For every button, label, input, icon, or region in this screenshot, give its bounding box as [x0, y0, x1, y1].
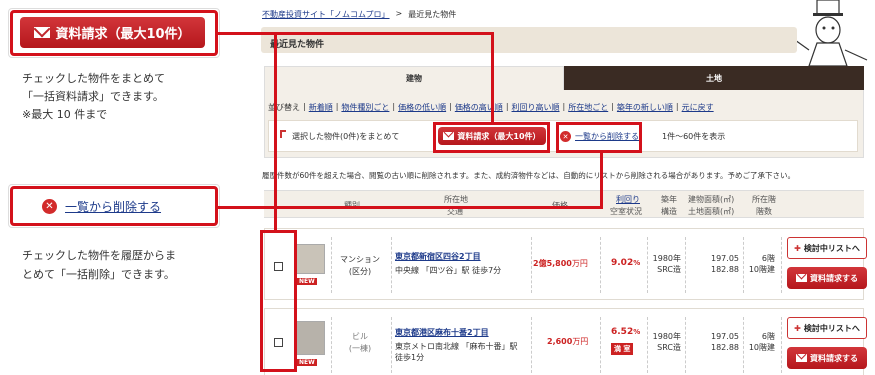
mail-icon	[796, 354, 807, 362]
sort-yield-header[interactable]: 利回り	[616, 194, 640, 205]
highlight-left-request	[10, 10, 218, 56]
sort-type[interactable]: 物件種別ごと	[341, 102, 389, 113]
sort-yield-high[interactable]: 利回り高い順	[512, 102, 560, 113]
request-button[interactable]: 資料請求する	[787, 267, 867, 289]
highlight-checkboxes	[260, 230, 297, 372]
property-type: ビル (一棟)	[348, 332, 372, 353]
highlight-bulk-delete	[556, 122, 642, 153]
mail-icon	[796, 274, 807, 282]
sort-price-high[interactable]: 価格の高い順	[455, 102, 503, 113]
property-access: 中央線 「四ツ谷」駅 徒歩7分	[395, 266, 502, 275]
page-title: 最近見た物件	[270, 40, 325, 50]
property-price: 2,600万円	[547, 337, 589, 346]
request-description: チェックした物件をまとめて 「一括資料請求」できます。 ※最大 10 件まで	[22, 72, 165, 121]
history-notice: 履歴件数が60件を超えた場合、閲覧の古い順に削除されます。また、成約済物件などは…	[262, 171, 796, 180]
connector-line	[491, 32, 494, 124]
add-to-list-button[interactable]: ✚ 検討中リストへ	[787, 237, 867, 259]
sort-location[interactable]: 所在地ごと	[568, 102, 608, 113]
table-header: 種別 所在地 交通 価格 利回り 空室状況 築年 構造 建物面積(㎡) 土地面積…	[264, 190, 864, 218]
connector-line	[600, 150, 603, 209]
connector-line	[274, 32, 277, 230]
highlight-left-delete	[10, 186, 218, 226]
highlight-bulk-request	[433, 122, 550, 153]
property-year: 1980年 SRC造	[652, 332, 681, 352]
result-count: 1件～60件を表示	[662, 132, 726, 141]
table-row: NEW マンション (区分) 東京都新宿区四谷2丁目 中央線 「四ツ谷」駅 徒歩7…	[264, 228, 867, 300]
property-access: 東京メトロ南北線 「麻布十番」駅 徒歩1分	[395, 342, 518, 362]
property-thumbnail[interactable]	[295, 321, 325, 355]
sort-price-low[interactable]: 価格の低い順	[398, 102, 446, 113]
property-yield: 9.02%	[611, 258, 641, 268]
table-row: NEW ビル (一棟) 東京都港区麻布十番2丁目 東京メトロ南北線 「麻布十番」駅…	[264, 308, 867, 375]
select-arrow-icon	[280, 130, 286, 138]
property-type: マンション (区分)	[340, 255, 380, 276]
recently-viewed-page: 不動産投資サイト「ノムコムプロ」 > 最近見た物件 最近見た物件 建物 土地 並…	[252, 0, 875, 375]
sort-reset[interactable]: 元に戻す	[682, 102, 714, 113]
sort-year-new[interactable]: 築年の新しい順	[617, 102, 673, 113]
tab-building[interactable]: 建物	[264, 66, 564, 90]
plus-icon: ✚	[794, 243, 801, 253]
property-area: 197.05 182.88	[711, 254, 739, 274]
new-badge: NEW	[297, 359, 317, 366]
property-floor: 6階 10階建	[748, 254, 775, 274]
sort-newest[interactable]: 新着順	[309, 102, 333, 113]
delete-description: チェックした物件を履歴からま とめて「一括削除」できます。	[22, 249, 176, 281]
vacancy-badge: 満 室	[611, 343, 634, 355]
new-badge: NEW	[297, 278, 317, 285]
property-floor: 6階 10階建	[748, 332, 775, 352]
breadcrumb: 不動産投資サイト「ノムコムプロ」 > 最近見た物件	[262, 9, 457, 19]
property-year: 1980年 SRC造	[652, 254, 681, 274]
connector-line	[218, 32, 493, 35]
page-title-bar	[261, 27, 797, 53]
property-price: 2億5,800万円	[533, 259, 588, 268]
mascot-illustration	[794, 0, 868, 67]
request-button[interactable]: 資料請求する	[787, 347, 867, 369]
add-to-list-button[interactable]: ✚ 検討中リストへ	[787, 317, 867, 339]
plus-icon: ✚	[794, 323, 801, 333]
property-name-link[interactable]: 東京都新宿区四谷2丁目	[395, 251, 481, 262]
property-name-link[interactable]: 東京都港区麻布十番2丁目	[395, 327, 489, 338]
connector-line	[218, 206, 603, 209]
action-label: 選択した物件(0件)をまとめて	[292, 132, 400, 141]
property-thumbnail[interactable]	[295, 244, 325, 274]
tab-land[interactable]: 土地	[564, 66, 864, 90]
property-area: 197.05 182.88	[711, 332, 739, 352]
property-yield: 6.52%	[611, 327, 641, 337]
